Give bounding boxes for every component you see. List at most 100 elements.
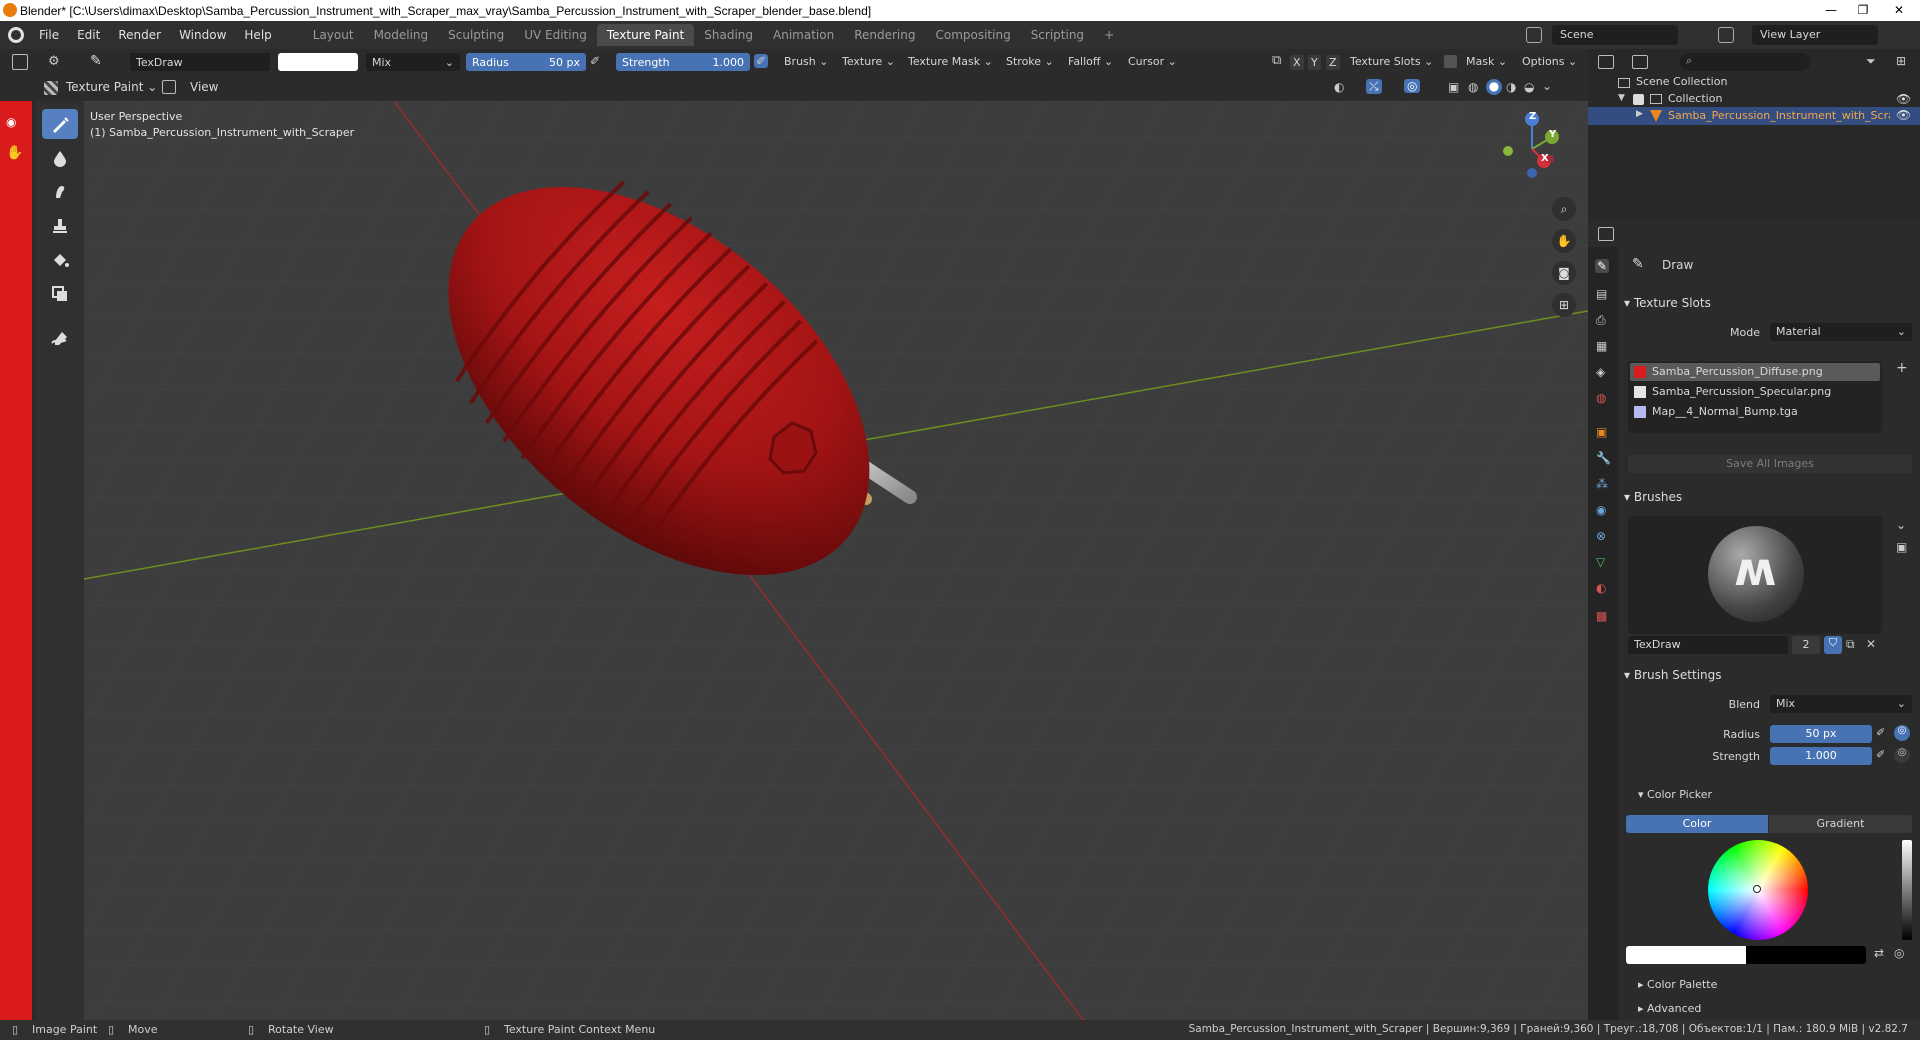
clone-tool[interactable] <box>42 211 78 241</box>
falloff-menu[interactable]: Falloff ⌄ <box>1068 55 1113 68</box>
hand-icon[interactable]: ✋ <box>6 145 23 161</box>
overlays-icon[interactable]: ◎ <box>1404 79 1421 93</box>
tab-render-icon[interactable]: ▤ <box>1596 287 1607 301</box>
pan-hand-icon[interactable]: ✋ <box>1552 229 1576 253</box>
blend-dropdown[interactable]: Mix ⌄ <box>366 53 460 71</box>
tab-active-tool-icon[interactable]: ✎ <box>1595 259 1610 273</box>
strength-field[interactable]: 1.000 <box>1770 747 1872 765</box>
radius-field[interactable]: 50 px <box>1770 725 1872 743</box>
collection-expand-arrow[interactable]: ▼ <box>1618 93 1625 103</box>
mirror-x-toggle[interactable]: X <box>1290 55 1304 70</box>
tab-physics-icon[interactable]: ◉ <box>1596 503 1606 517</box>
tab-texture-icon[interactable]: ▩ <box>1596 609 1607 623</box>
annotate-tool[interactable] <box>42 323 78 353</box>
radius-unified-icon[interactable]: ◎ <box>1894 725 1910 741</box>
texture-slots-header[interactable]: ▾ Texture Slots <box>1624 296 1711 310</box>
menu-help[interactable]: Help <box>235 28 280 42</box>
advanced-header[interactable]: ▸ Advanced <box>1638 1002 1701 1015</box>
collection-checkbox[interactable] <box>1633 94 1644 105</box>
duplicate-brush-icon[interactable]: ⧉ <box>1846 637 1855 652</box>
tab-scene-icon[interactable]: ◈ <box>1596 365 1605 379</box>
new-collection-icon[interactable]: ⊞ <box>1896 54 1906 68</box>
tool-settings-icon[interactable]: ⚙ <box>48 54 68 70</box>
add-workspace-button[interactable]: + <box>1094 24 1124 46</box>
strength-pressure-icon[interactable]: ✐ <box>1876 748 1885 761</box>
menu-render[interactable]: Render <box>109 28 170 42</box>
swap-colors-icon[interactable]: ⇄ <box>1874 946 1884 960</box>
paint-mask-toggle[interactable] <box>162 80 176 94</box>
outliner-editor-icon[interactable] <box>1598 55 1614 69</box>
tab-shading[interactable]: Shading <box>694 24 763 46</box>
view-layer-icon[interactable] <box>1718 27 1734 43</box>
mode-dropdown[interactable]: Material ⌄ <box>1770 323 1912 341</box>
maximize-button[interactable]: ❐ <box>1848 0 1878 20</box>
tab-constraints-icon[interactable]: ⊗ <box>1596 529 1606 543</box>
view-menu[interactable]: View <box>190 80 218 94</box>
tab-modifier-wrench-icon[interactable]: 🔧 <box>1596 451 1611 465</box>
object-expand-arrow[interactable]: ▶ <box>1636 109 1643 119</box>
outliner-object-row[interactable]: ▶ Samba_Percussion_Instrument_with_Scrap… <box>1588 107 1920 125</box>
mirror-y-toggle[interactable]: Y <box>1308 55 1321 70</box>
editor-type-icon[interactable] <box>12 54 28 70</box>
texture-slots-menu[interactable]: Texture Slots ⌄ <box>1350 55 1433 68</box>
strength-slider[interactable]: Strength 1.000 <box>616 53 750 71</box>
texture-slot-row[interactable]: Map__4_Normal_Bump.tga <box>1630 403 1880 421</box>
tab-material-icon[interactable]: ◐ <box>1596 581 1606 595</box>
strength-unified-icon[interactable]: ◎ <box>1894 747 1910 763</box>
unlink-brush-icon[interactable]: ✕ <box>1866 637 1876 651</box>
brush-settings-header[interactable]: ▾ Brush Settings <box>1624 668 1722 682</box>
tab-sculpting[interactable]: Sculpting <box>438 24 514 46</box>
perspective-grid-icon[interactable]: ⊞ <box>1552 293 1576 317</box>
camera-icon[interactable]: ◙ <box>1552 261 1576 285</box>
tab-output-icon[interactable]: ⎙ <box>1596 313 1606 328</box>
brush-list-toggle-icon[interactable]: ⌄ <box>1896 518 1906 532</box>
smear-tool[interactable] <box>42 177 78 207</box>
tab-texture-paint[interactable]: Texture Paint <box>596 24 695 46</box>
soften-tool[interactable] <box>42 143 78 173</box>
zoom-icon[interactable]: ⌕ <box>1552 197 1576 221</box>
brush-name-input[interactable]: TexDraw <box>1628 636 1788 654</box>
save-all-images-button[interactable]: Save All Images <box>1628 455 1912 473</box>
texture-menu[interactable]: Texture ⌄ <box>842 55 895 68</box>
tab-modeling[interactable]: Modeling <box>364 24 439 46</box>
unified-color-icon[interactable]: ◎ <box>1894 946 1904 960</box>
xray-icon[interactable]: ▣ <box>1448 80 1459 94</box>
brush-users-count[interactable]: 2 <box>1792 636 1820 654</box>
3d-viewport[interactable]: User Perspective (1) Samba_Percussion_In… <box>84 101 1588 1021</box>
tab-layout[interactable]: Layout <box>303 24 364 46</box>
brush-preview-icon[interactable]: ▣ <box>1896 540 1907 554</box>
mask-checkbox[interactable] <box>1444 55 1457 68</box>
color-wheel[interactable] <box>1708 840 1808 940</box>
fill-tool[interactable] <box>42 245 78 275</box>
eyedropper-icon[interactable]: ◉ <box>6 115 16 129</box>
texture-slot-row[interactable]: Samba_Percussion_Diffuse.png <box>1630 363 1880 381</box>
navigation-gizmo[interactable] <box>1494 111 1570 187</box>
scene-selector[interactable]: Scene <box>1552 25 1678 45</box>
radius-slider[interactable]: Radius 50 px <box>466 53 586 71</box>
cursor-menu[interactable]: Cursor ⌄ <box>1128 55 1177 68</box>
collection-label[interactable]: Collection <box>1668 92 1722 105</box>
blend-mode-dropdown[interactable]: Mix ⌄ <box>1770 695 1912 713</box>
value-slider[interactable] <box>1902 840 1912 940</box>
display-mode-icon[interactable] <box>1632 55 1648 69</box>
tab-uv-editing[interactable]: UV Editing <box>514 24 597 46</box>
brush-name-field[interactable]: TexDraw <box>130 53 270 71</box>
menu-edit[interactable]: Edit <box>68 28 109 42</box>
gradient-tab[interactable]: Gradient <box>1769 815 1912 833</box>
radius-pressure-icon[interactable]: ✐ <box>1876 726 1885 739</box>
solid-shading-icon[interactable]: ● <box>1486 79 1502 95</box>
tab-world-icon[interactable]: ◍ <box>1596 391 1606 405</box>
tab-mesh-data-icon[interactable]: ▽ <box>1596 555 1605 569</box>
outliner-search-input[interactable]: ⌕ <box>1680 53 1810 71</box>
texture-mask-menu[interactable]: Texture Mask ⌄ <box>908 55 993 68</box>
minimize-button[interactable]: — <box>1816 0 1846 20</box>
mode-selector[interactable]: Texture Paint ⌄ <box>66 80 157 94</box>
menu-file[interactable]: File <box>30 28 68 42</box>
wireframe-shading-icon[interactable]: ◍ <box>1468 80 1478 94</box>
primary-secondary-color-swatch[interactable] <box>1626 946 1866 964</box>
tab-view-layer-icon[interactable]: ▦ <box>1596 339 1607 353</box>
stroke-menu[interactable]: Stroke ⌄ <box>1006 55 1054 68</box>
rendered-shading-icon[interactable]: ◒ <box>1524 80 1534 94</box>
options-menu[interactable]: Options ⌄ <box>1522 55 1577 68</box>
texture-slot-row[interactable]: Samba_Percussion_Specular.png <box>1630 383 1880 401</box>
